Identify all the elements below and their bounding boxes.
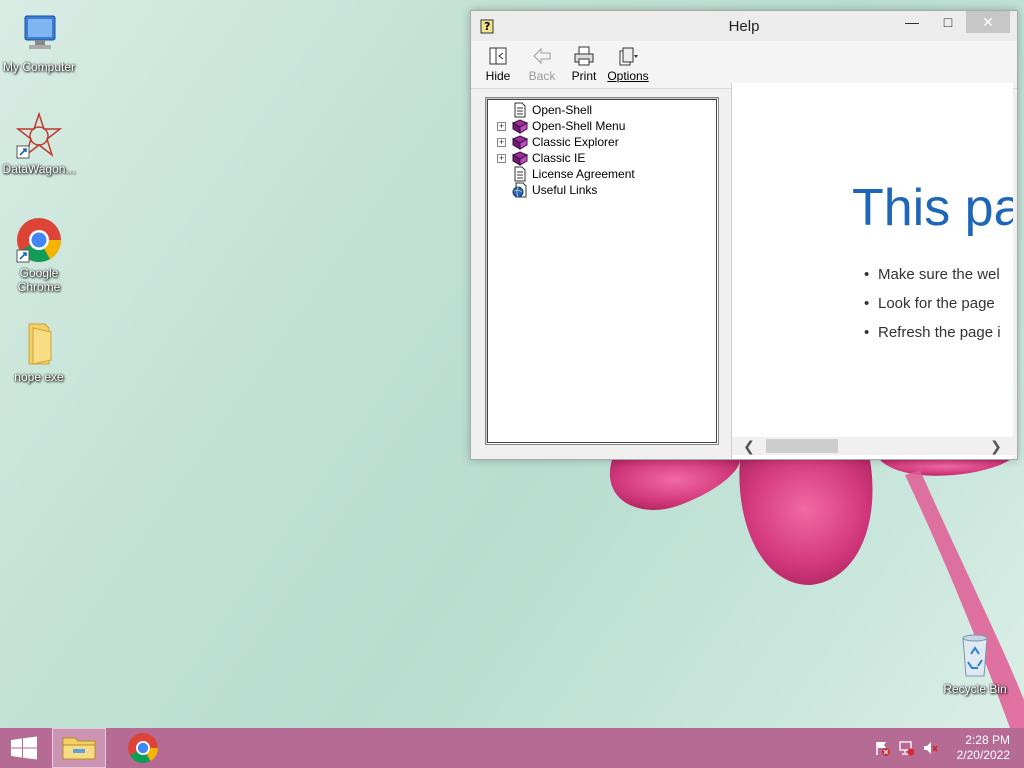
hide-button[interactable]: Hide bbox=[477, 45, 519, 83]
scroll-left-icon[interactable]: ❮ bbox=[740, 437, 758, 455]
network-icon[interactable] bbox=[898, 740, 914, 756]
back-button[interactable]: Back bbox=[521, 45, 563, 83]
chrome-icon bbox=[128, 733, 158, 764]
minimize-icon: — bbox=[905, 14, 919, 30]
hide-label: Hide bbox=[485, 69, 511, 83]
options-label: Options bbox=[607, 69, 649, 83]
maximize-icon: □ bbox=[943, 14, 953, 30]
start-button[interactable] bbox=[0, 728, 48, 768]
tree-item-label: Classic IE bbox=[532, 151, 586, 165]
desktop-icon-label: nope exe bbox=[14, 370, 64, 384]
book-icon bbox=[512, 135, 528, 150]
book-icon bbox=[512, 151, 528, 166]
clock-date: 2/20/2022 bbox=[956, 748, 1010, 762]
globe-page-icon bbox=[512, 182, 527, 198]
close-button[interactable]: ✕ bbox=[966, 11, 1010, 33]
error-bullet: Make sure the wel bbox=[864, 266, 1000, 283]
desktop-icon-label: Google Chrome bbox=[17, 266, 61, 294]
expand-plus-icon[interactable]: + bbox=[497, 154, 506, 163]
recycle-bin-icon bbox=[962, 634, 988, 677]
title-bar[interactable]: ? Help — □ ✕ bbox=[471, 11, 1017, 41]
back-arrow-icon bbox=[533, 47, 551, 65]
folder-icon bbox=[28, 323, 52, 365]
chrome-icon bbox=[16, 218, 61, 263]
desktop-icon-google-chrome[interactable]: Google Chrome bbox=[0, 216, 78, 294]
expand-plus-icon[interactable]: + bbox=[497, 122, 506, 131]
back-label: Back bbox=[528, 69, 556, 83]
horizontal-scrollbar[interactable]: ❮ ❯ bbox=[732, 437, 1013, 455]
windows-logo-icon bbox=[11, 736, 37, 760]
close-icon: ✕ bbox=[982, 14, 994, 30]
taskbar: 2:28 PM 2/20/2022 bbox=[0, 728, 1024, 768]
tree-item-label: License Agreement bbox=[532, 167, 635, 181]
taskbar-clock[interactable]: 2:28 PM 2/20/2022 bbox=[940, 733, 1010, 763]
options-icon bbox=[619, 47, 638, 66]
tree-item-label: Classic Explorer bbox=[532, 135, 619, 149]
contents-tree: Open-Shell + Open-Shell Menu + Classic E… bbox=[487, 99, 717, 443]
taskbar-file-explorer[interactable] bbox=[52, 728, 106, 768]
scroll-thumb[interactable] bbox=[766, 439, 838, 453]
help-content-pane[interactable]: This pag Make sure the wel Look for the … bbox=[731, 83, 1013, 459]
error-heading: This pag bbox=[852, 179, 1013, 237]
book-icon bbox=[512, 119, 528, 134]
datawagon-star-icon bbox=[15, 112, 63, 159]
desktop-icon-nope-exe[interactable]: nope exe bbox=[0, 320, 78, 384]
maximize-button[interactable]: □ bbox=[933, 11, 963, 33]
tree-item-label: Open-Shell Menu bbox=[532, 119, 626, 133]
file-explorer-icon bbox=[62, 737, 96, 760]
tree-item-label: Open-Shell bbox=[532, 103, 593, 117]
desktop-icon-recycle-bin[interactable]: Recycle Bin bbox=[936, 632, 1014, 696]
desktop-icon-label: DataWagon... bbox=[2, 162, 76, 176]
print-label: Print bbox=[571, 69, 597, 83]
scroll-right-icon[interactable]: ❯ bbox=[987, 437, 1005, 455]
desktop-icon-label: My Computer bbox=[2, 60, 76, 74]
options-button[interactable]: Options bbox=[605, 45, 651, 83]
minimize-button[interactable]: — bbox=[897, 11, 927, 33]
contents-tree-pane[interactable]: Open-Shell + Open-Shell Menu + Classic E… bbox=[485, 97, 719, 445]
taskbar-chrome[interactable] bbox=[116, 728, 170, 768]
page-icon bbox=[514, 102, 526, 118]
desktop-icon-my-computer[interactable]: My Computer bbox=[0, 10, 78, 74]
hide-pane-icon bbox=[489, 47, 507, 65]
print-button[interactable]: Print bbox=[563, 45, 605, 83]
desktop-icon-datawagon[interactable]: DataWagon... bbox=[0, 112, 78, 176]
help-toolbar: Hide Back Print Options bbox=[471, 41, 1017, 89]
volume-muted-icon[interactable] bbox=[922, 740, 938, 756]
desktop-icon-label: Recycle Bin bbox=[943, 682, 1007, 696]
computer-icon bbox=[24, 15, 56, 49]
error-bullet: Look for the page bbox=[864, 295, 995, 312]
tree-item-label: Useful Links bbox=[532, 183, 598, 197]
action-center-flag-icon[interactable] bbox=[874, 740, 890, 756]
error-bullet: Refresh the page i bbox=[864, 324, 1001, 341]
expand-plus-icon[interactable]: + bbox=[497, 138, 506, 147]
page-icon bbox=[514, 166, 526, 182]
clock-time: 2:28 PM bbox=[965, 733, 1010, 747]
printer-icon bbox=[574, 46, 594, 66]
help-window[interactable]: ? Help — □ ✕ Hide Back Print Options Ope… bbox=[470, 10, 1018, 460]
